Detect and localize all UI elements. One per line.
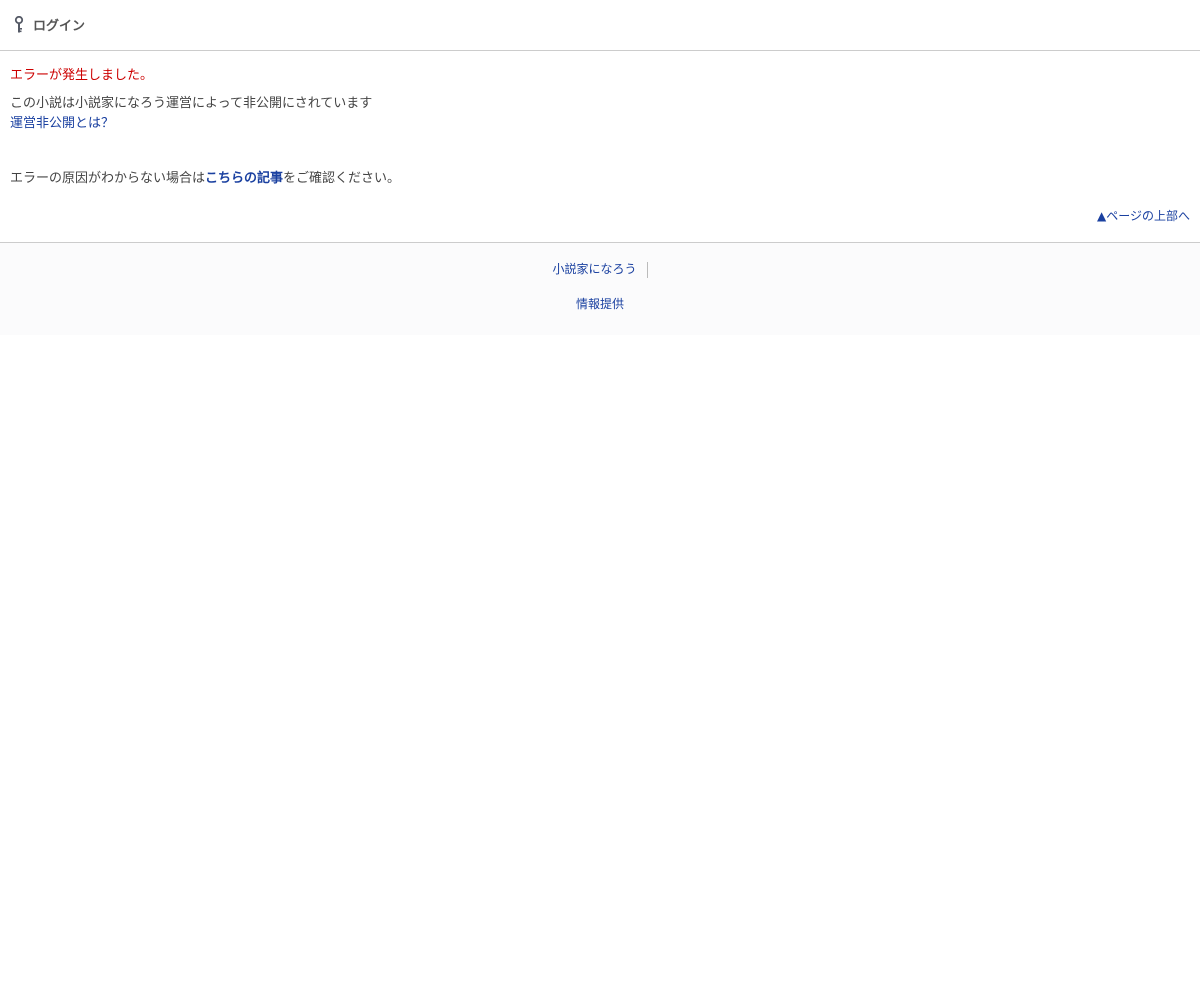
- footer-divider: [646, 261, 648, 278]
- header: ログイン: [0, 0, 1200, 51]
- cause-suffix: をご確認ください。: [283, 171, 401, 186]
- main-content: エラーが発生しました。 この小説は小説家になろう運営によって非公開にされています…: [0, 51, 1200, 243]
- cause-line: エラーの原因がわからない場合はこちらの記事をご確認ください。: [10, 169, 400, 189]
- login-label: ログイン: [33, 19, 86, 34]
- login-link[interactable]: ログイン: [14, 15, 85, 34]
- error-message: この小説は小説家になろう運営によって非公開にされています: [10, 96, 373, 111]
- info-provided-link[interactable]: 情報提供: [576, 297, 624, 311]
- article-link[interactable]: こちらの記事: [205, 171, 283, 186]
- key-icon: [14, 15, 24, 32]
- footer: 小説家になろう 情報提供: [0, 243, 1200, 335]
- private-help-link[interactable]: 運営非公開とは？: [10, 114, 114, 134]
- site-home-link[interactable]: 小説家になろう: [552, 262, 636, 276]
- page-top-link[interactable]: ▲ページの上部へ: [1097, 208, 1190, 224]
- error-title: エラーが発生しました。: [10, 68, 154, 83]
- footer-nav: 小説家になろう: [0, 260, 1200, 278]
- cause-prefix: エラーの原因がわからない場合は: [10, 171, 206, 186]
- footer-info: 情報提供: [0, 295, 1200, 313]
